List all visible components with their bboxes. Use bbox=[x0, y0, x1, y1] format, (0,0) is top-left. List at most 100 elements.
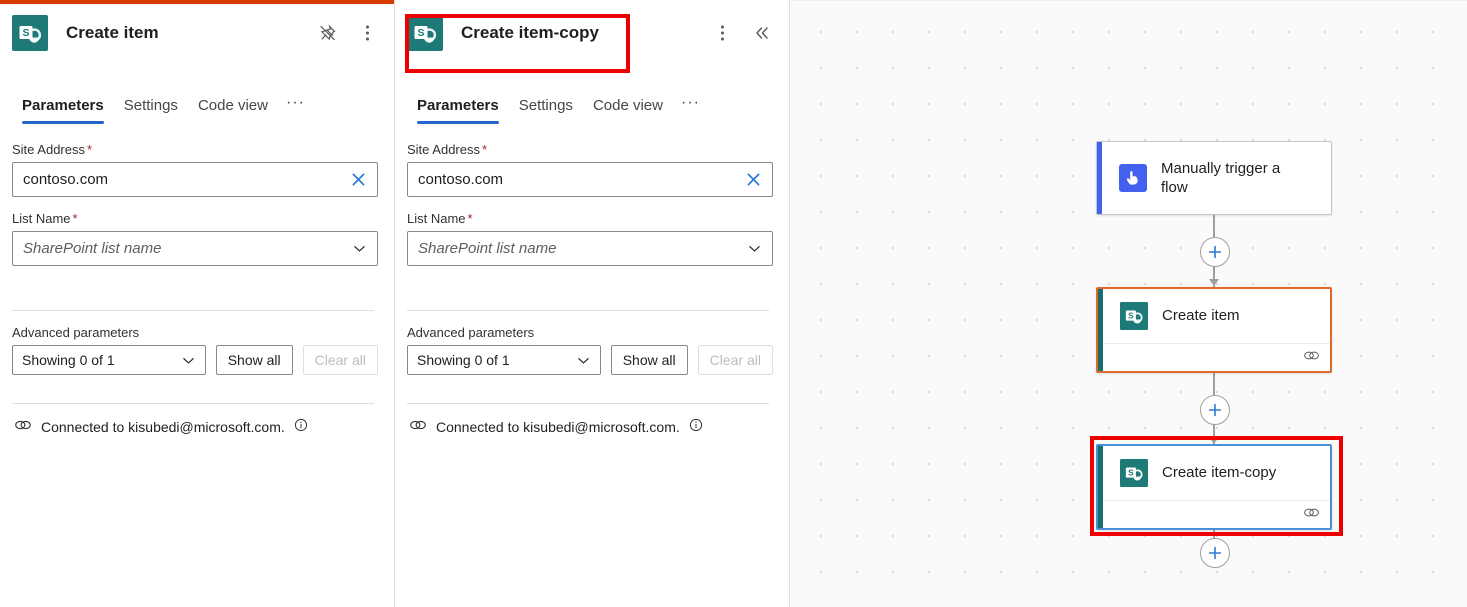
field-site-address-label: Site Address * bbox=[12, 142, 93, 157]
info-icon[interactable] bbox=[294, 418, 308, 435]
show-all-button[interactable]: Show all bbox=[610, 345, 688, 375]
connector-2-arrow bbox=[1209, 437, 1219, 444]
flow-canvas[interactable]: Manually trigger a flow S Create item S … bbox=[790, 0, 1467, 607]
show-all-button[interactable]: Show all bbox=[215, 345, 293, 375]
close-icon[interactable] bbox=[347, 169, 369, 191]
tab-parameters-label: Parameters bbox=[22, 97, 104, 114]
parameters-form: Site Address * contoso.com List Name * Sha… bbox=[395, 124, 789, 607]
node-accent-bar bbox=[1098, 289, 1103, 371]
tab-settings[interactable]: Settings bbox=[509, 97, 583, 124]
connection-status: Connected to kisubedi@microsoft.com. bbox=[12, 418, 378, 435]
site-address-input[interactable]: contoso.com bbox=[407, 162, 773, 197]
tab-parameters[interactable]: Parameters bbox=[12, 97, 114, 124]
node-label: Create item bbox=[1162, 307, 1240, 325]
tab-overflow-icon[interactable]: ··· bbox=[278, 94, 315, 124]
panel-tabs: Parameters Settings Code view ··· bbox=[395, 80, 789, 124]
required-asterisk: * bbox=[482, 142, 488, 157]
add-step-button-3[interactable] bbox=[1200, 538, 1230, 568]
connection-divider bbox=[407, 403, 769, 404]
info-icon[interactable] bbox=[689, 418, 703, 435]
advanced-parameters-row: Showing 0 of 1 Show all Clear all bbox=[12, 345, 378, 375]
field-site-address: Site Address * contoso.com bbox=[12, 142, 378, 197]
panel-header-actions bbox=[314, 20, 380, 46]
tab-code-view[interactable]: Code view bbox=[583, 97, 673, 124]
chevron-down-icon bbox=[574, 350, 594, 370]
tab-parameters[interactable]: Parameters bbox=[407, 97, 509, 124]
node-header: Manually trigger a flow bbox=[1097, 142, 1331, 214]
flow-node-manually-trigger-a-flow[interactable]: Manually trigger a flow bbox=[1096, 141, 1332, 215]
node-footer bbox=[1098, 343, 1330, 372]
list-name-dropdown[interactable]: SharePoint list name bbox=[407, 231, 773, 266]
field-list-name-label: List Name * bbox=[12, 211, 78, 226]
tab-overflow-icon[interactable]: ··· bbox=[673, 94, 710, 124]
unpin-icon[interactable] bbox=[314, 20, 340, 46]
advanced-parameters-select[interactable]: Showing 0 of 1 bbox=[12, 345, 206, 375]
form-divider bbox=[407, 310, 769, 311]
list-name-placeholder: SharePoint list name bbox=[418, 240, 557, 257]
required-asterisk: * bbox=[72, 211, 78, 226]
list-name-dropdown[interactable]: SharePoint list name bbox=[12, 231, 378, 266]
node-label: Manually trigger a flow bbox=[1161, 159, 1281, 197]
required-asterisk: * bbox=[467, 211, 473, 226]
field-list-name-label: List Name * bbox=[407, 211, 473, 226]
chevron-down-icon bbox=[179, 350, 199, 370]
panel-tabs: Parameters Settings Code view ··· bbox=[0, 80, 394, 124]
node-accent-bar bbox=[1098, 446, 1103, 528]
close-icon[interactable] bbox=[742, 169, 764, 191]
panel-title: Create item-copy bbox=[461, 23, 599, 42]
connector-1-arrow bbox=[1209, 279, 1219, 286]
advanced-parameters-select[interactable]: Showing 0 of 1 bbox=[407, 345, 601, 375]
svg-text:S: S bbox=[417, 27, 424, 39]
panel-header-actions bbox=[709, 20, 775, 46]
action-pane-create-item-copy: S Create item-copy Parameters Settings C… bbox=[395, 0, 790, 607]
more-options-icon[interactable] bbox=[354, 20, 380, 46]
clear-all-button: Clear all bbox=[697, 345, 773, 375]
collapse-icon[interactable] bbox=[749, 20, 775, 46]
add-step-button-2[interactable] bbox=[1200, 395, 1230, 425]
add-step-button-1[interactable] bbox=[1200, 237, 1230, 267]
clear-all-button: Clear all bbox=[302, 345, 378, 375]
parameters-form: Site Address * contoso.com List Name * Sha… bbox=[0, 124, 394, 607]
link-icon bbox=[409, 418, 427, 435]
field-list-name: List Name * SharePoint list name bbox=[12, 211, 378, 266]
chevron-down-icon[interactable] bbox=[349, 239, 369, 259]
node-header: S Create item-copy bbox=[1098, 446, 1330, 500]
tab-settings[interactable]: Settings bbox=[114, 97, 188, 124]
panel-header: S Create item-copy bbox=[395, 4, 789, 62]
advanced-parameters-label: Advanced parameters bbox=[407, 325, 535, 340]
svg-text:S: S bbox=[1128, 468, 1134, 477]
tab-settings-label: Settings bbox=[123, 97, 178, 114]
manual-trigger-icon bbox=[1119, 164, 1147, 192]
tab-code-view[interactable]: Code view bbox=[188, 97, 278, 124]
panel-title-group: S Create item-copy bbox=[407, 15, 709, 51]
link-icon bbox=[1303, 349, 1320, 367]
field-site-address-label: Site Address * bbox=[407, 142, 488, 157]
advanced-parameters-value: Showing 0 of 1 bbox=[22, 352, 115, 368]
tab-code-view-label: Code view bbox=[592, 97, 663, 114]
tab-settings-label: Settings bbox=[518, 97, 573, 114]
form-divider bbox=[12, 310, 374, 311]
list-name-placeholder: SharePoint list name bbox=[23, 240, 162, 257]
link-icon bbox=[14, 418, 32, 435]
flow-node-create-item[interactable]: S Create item bbox=[1096, 287, 1332, 373]
tab-code-view-label: Code view bbox=[197, 97, 268, 114]
connection-text: Connected to kisubedi@microsoft.com. bbox=[436, 418, 680, 435]
panel-title: Create item bbox=[66, 23, 159, 42]
advanced-parameters-value: Showing 0 of 1 bbox=[417, 352, 510, 368]
field-site-address: Site Address * contoso.com bbox=[407, 142, 773, 197]
site-address-value: contoso.com bbox=[23, 171, 109, 188]
svg-text:S: S bbox=[22, 27, 29, 39]
site-address-input[interactable]: contoso.com bbox=[12, 162, 378, 197]
panel-title-group: S Create item bbox=[12, 15, 314, 51]
more-options-icon[interactable] bbox=[709, 20, 735, 46]
chevron-down-icon[interactable] bbox=[744, 239, 764, 259]
connection-text: Connected to kisubedi@microsoft.com. bbox=[41, 418, 285, 435]
link-icon bbox=[1303, 506, 1320, 524]
flow-node-create-item-copy[interactable]: S Create item-copy bbox=[1096, 444, 1332, 530]
site-address-value: contoso.com bbox=[418, 171, 504, 188]
designer-root: S Create item Parameters Settings Code v… bbox=[0, 0, 1467, 607]
sharepoint-icon: S bbox=[1120, 302, 1148, 330]
advanced-parameters-label: Advanced parameters bbox=[12, 325, 140, 340]
required-asterisk: * bbox=[87, 142, 93, 157]
tab-parameters-label: Parameters bbox=[417, 97, 499, 114]
